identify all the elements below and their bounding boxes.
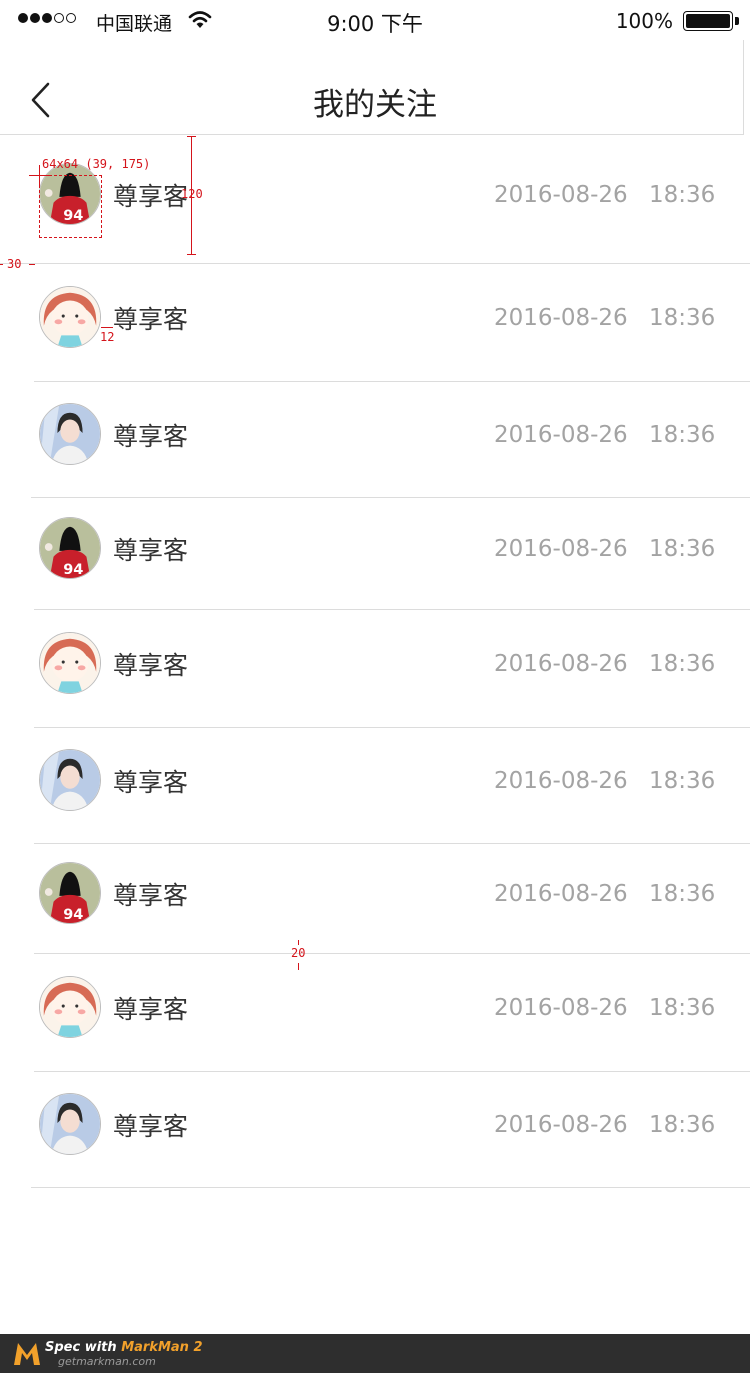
markman-footer: Spec with MarkMan 2 getmarkman.com [0, 1334, 750, 1373]
follow-time: 18:36 [649, 768, 716, 794]
divider-gap-tick-b [298, 963, 299, 970]
gap-measure-line [101, 327, 113, 328]
user-name: 尊享客 [113, 881, 189, 910]
gap-label: 12 [100, 330, 115, 344]
avatar-spec-label: 64x64 (39, 175) [42, 157, 151, 171]
follow-time: 18:36 [649, 536, 716, 562]
list-item[interactable]: 尊享客 2016-08-26 18:36 [0, 610, 750, 728]
follow-time: 18:36 [649, 181, 716, 208]
follow-time: 18:36 [649, 422, 716, 448]
avatar[interactable] [39, 632, 101, 694]
follow-time: 18:36 [649, 651, 716, 677]
list-item[interactable]: 尊享客 2016-08-26 18:36 [0, 382, 750, 498]
list-item[interactable]: 尊享客 2016-08-26 18:36 [0, 1072, 750, 1188]
svg-text:94: 94 [63, 562, 83, 578]
battery-icon [683, 11, 733, 31]
follow-date: 2016-08-26 [494, 881, 628, 907]
divider-gap-tick-a [298, 940, 299, 945]
user-name: 尊享客 [113, 995, 189, 1024]
navigation-bar: 我的关注 [0, 40, 744, 135]
follow-date: 2016-08-26 [494, 995, 628, 1021]
status-bar: 中国联通 9:00 下午 100% [0, 0, 750, 40]
follow-date: 2016-08-26 [494, 181, 628, 208]
row-divider [31, 1187, 750, 1188]
markman-url: getmarkman.com [58, 1355, 156, 1368]
avatar[interactable]: 94 [39, 517, 101, 579]
avatar[interactable]: 94 [39, 862, 101, 924]
follow-date: 2016-08-26 [494, 305, 628, 331]
avatar[interactable] [39, 1093, 101, 1155]
page-title: 我的关注 [313, 87, 437, 123]
spec-crosshair-v [39, 165, 40, 187]
follow-time: 18:36 [649, 881, 716, 907]
avatar[interactable] [39, 749, 101, 811]
list-item[interactable]: 尊享客 2016-08-26 18:36 [0, 728, 750, 844]
follow-time: 18:36 [649, 1112, 716, 1138]
list-item[interactable]: 94 尊享客 2016-08-26 18:36 [0, 844, 750, 954]
avatar[interactable] [39, 286, 101, 348]
user-name: 尊享客 [113, 536, 189, 565]
list-item[interactable]: 尊享客 2016-08-26 18:36 [0, 264, 750, 382]
markman-logo-icon [14, 1343, 40, 1365]
avatar[interactable] [39, 976, 101, 1038]
spec-crosshair-h [29, 175, 51, 176]
follow-date: 2016-08-26 [494, 651, 628, 677]
user-name: 尊享客 [113, 651, 189, 680]
left-margin-tick-a [0, 264, 3, 265]
avatar[interactable] [39, 403, 101, 465]
user-name: 尊享客 [113, 1112, 189, 1141]
list-item[interactable]: 94 尊享客 2016-08-26 18:36 [0, 135, 750, 264]
follow-date: 2016-08-26 [494, 768, 628, 794]
user-name: 尊享客 [113, 181, 189, 211]
list-item[interactable]: 94 尊享客 2016-08-26 18:36 [0, 498, 750, 610]
follow-time: 18:36 [649, 995, 716, 1021]
avatar-spec-box [39, 175, 102, 238]
user-name: 尊享客 [113, 768, 189, 797]
follow-time: 18:36 [649, 305, 716, 331]
measure-cap-bottom [187, 254, 196, 255]
battery-percentage: 100% [615, 9, 673, 33]
follow-date: 2016-08-26 [494, 1112, 628, 1138]
left-margin-tick-b [29, 264, 35, 265]
spec-with-text: Spec with MarkMan 2 [45, 1340, 203, 1355]
divider-gap-label: 20 [291, 946, 306, 960]
user-name: 尊享客 [113, 305, 189, 334]
measure-cap-top [187, 136, 196, 137]
battery-tip [735, 17, 739, 25]
left-margin-label: 30 [7, 257, 22, 271]
user-name: 尊享客 [113, 422, 189, 451]
follow-date: 2016-08-26 [494, 422, 628, 448]
follow-date: 2016-08-26 [494, 536, 628, 562]
list-item[interactable]: 尊享客 2016-08-26 18:36 [0, 954, 750, 1072]
svg-text:94: 94 [63, 907, 83, 923]
row-height-label: 120 [181, 187, 203, 201]
